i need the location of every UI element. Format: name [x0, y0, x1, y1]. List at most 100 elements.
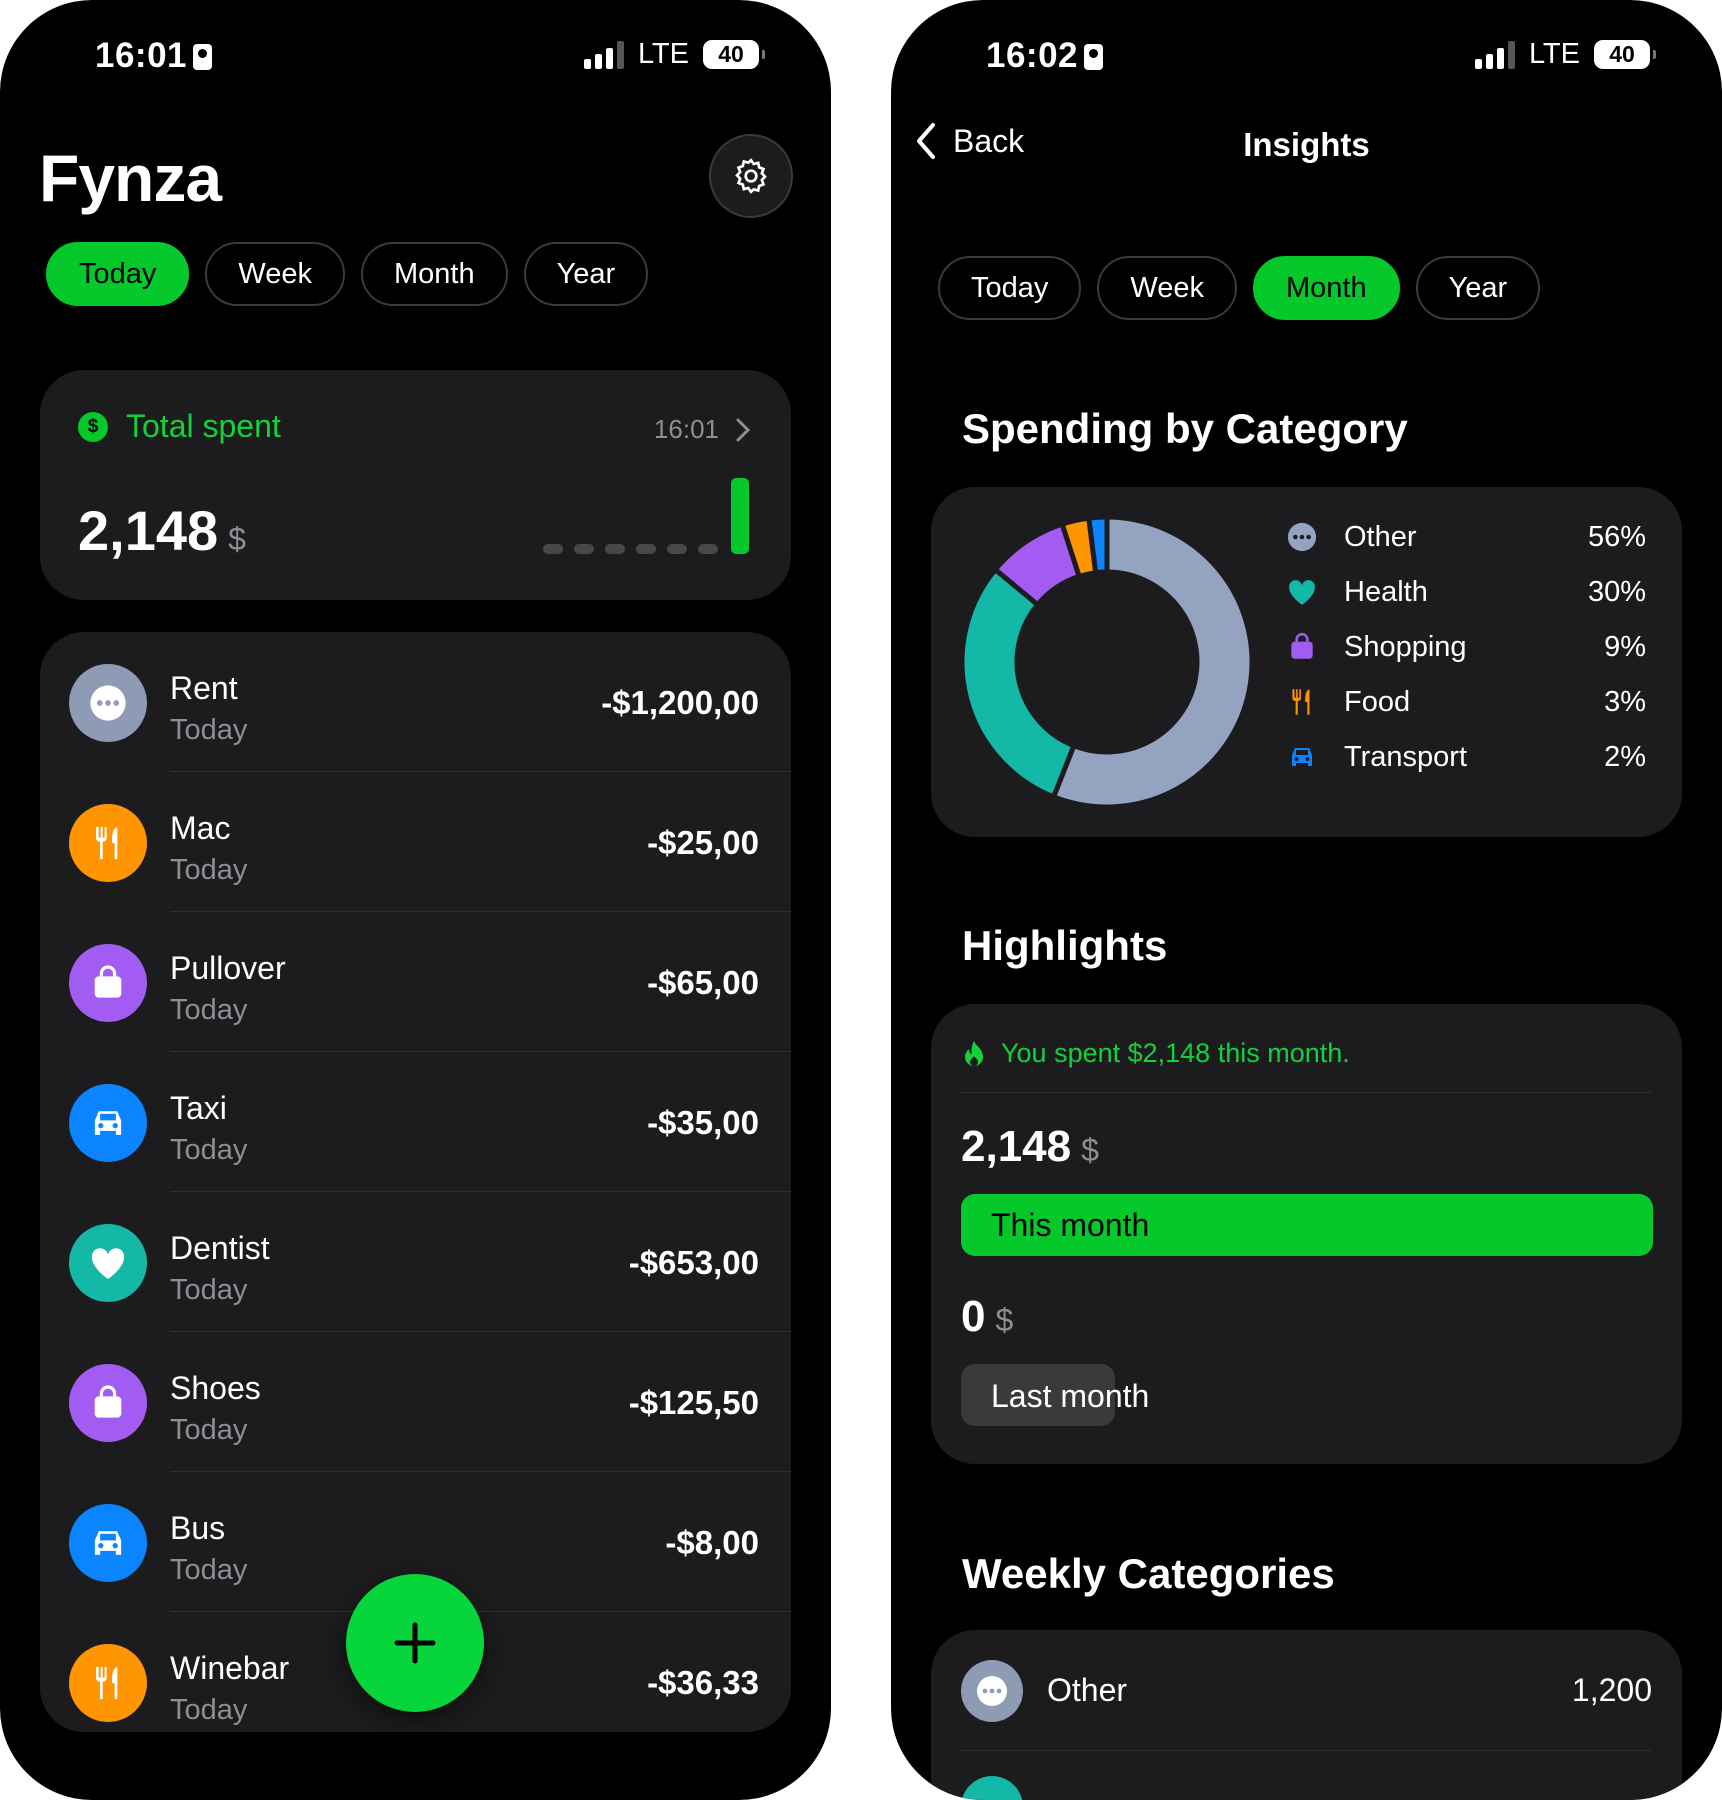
donut-slice-health [959, 566, 1078, 801]
tab-week[interactable]: Week [1097, 256, 1237, 320]
transaction-date: Today [170, 994, 248, 1026]
legend-item: Other 56% [1286, 515, 1646, 559]
status-time: 16:02 [986, 36, 1104, 76]
legend-category: Shopping [1344, 630, 1467, 663]
highlights-card: You spent $2,148 this month. 2,148 $ This… [931, 1004, 1682, 1464]
daily-bar [543, 544, 563, 554]
legend-item: Shopping 9% [1286, 625, 1646, 669]
currency-symbol: $ [228, 521, 246, 557]
legend-category: Food [1344, 685, 1411, 718]
transaction-amount: -$8,00 [665, 1524, 759, 1561]
currency-symbol: $ [1081, 1132, 1099, 1168]
legend-category: Health [1344, 575, 1428, 608]
tab-year[interactable]: Year [523, 242, 649, 306]
transaction-date: Today [170, 1274, 248, 1306]
daily-spend-minichart [543, 478, 749, 554]
transaction-date: Today [170, 1414, 248, 1446]
transaction-row[interactable]: Shoes Today -$125,50 [40, 1332, 791, 1472]
category-icon-circle [961, 1776, 1023, 1800]
transaction-row[interactable]: Pullover Today -$65,00 [40, 912, 791, 1052]
car-icon [1286, 741, 1318, 773]
transaction-row[interactable]: Taxi Today -$35,00 [40, 1052, 791, 1192]
signal-icon [1474, 40, 1515, 69]
transaction-icon-circle [69, 804, 147, 882]
status-bar: 16:02 LTE 40 [891, 28, 1722, 84]
car-icon [87, 1102, 129, 1144]
fork-knife-icon [88, 823, 128, 863]
contact-card-icon [193, 44, 213, 70]
page-title: Insights [1243, 126, 1370, 163]
last-month-row: Last month [961, 1364, 1653, 1426]
legend-percent: 56% [1587, 520, 1646, 553]
transaction-row[interactable]: Rent Today -$1,200,00 [40, 632, 791, 772]
status-time: 16:01 [95, 36, 213, 76]
heart-icon [1286, 576, 1318, 608]
transaction-name: Pullover [170, 950, 286, 986]
spending-chart-card: Other 56% Health 30% Shopping 9% Food 3% Transpo… [931, 487, 1682, 837]
settings-button[interactable] [709, 134, 793, 218]
ellipsis-icon [88, 683, 128, 723]
transaction-amount: -$65,00 [647, 964, 759, 1001]
legend-item: Health 30% [1286, 570, 1646, 614]
transaction-name: Taxi [170, 1090, 227, 1126]
currency-symbol: $ [995, 1302, 1014, 1338]
transaction-name: Rent [170, 670, 238, 706]
legend-category: Other [1344, 520, 1417, 553]
total-label: Total spent [126, 408, 281, 444]
period-tabs: Today Week Month Year [938, 256, 1541, 320]
insights-screen: 16:02 LTE 40 Back Insights Today Week Mo… [891, 0, 1722, 1800]
transaction-name: Dentist [170, 1230, 270, 1266]
total-spent-card[interactable]: $ Total spent 16:01 2,148 $ [40, 370, 791, 600]
transaction-amount: -$125,50 [628, 1384, 759, 1421]
tab-week[interactable]: Week [205, 242, 345, 306]
transaction-date: Today [170, 1134, 248, 1166]
transaction-row[interactable]: Mac Today -$25,00 [40, 772, 791, 912]
tab-today[interactable]: Today [46, 242, 190, 306]
last-month-amount: 0 [961, 1292, 986, 1341]
contact-card-icon [1084, 44, 1104, 70]
transaction-icon-circle [69, 1224, 147, 1302]
app-title: Fynza [39, 141, 222, 215]
transaction-row[interactable]: Dentist Today -$653,00 [40, 1192, 791, 1332]
shopping-bag-icon [88, 1383, 128, 1423]
transaction-date: Today [170, 854, 248, 886]
transaction-date: Today [170, 714, 248, 746]
ellipsis-icon [1286, 521, 1318, 553]
transaction-icon-circle [69, 664, 147, 742]
legend-category: Transport [1344, 740, 1468, 773]
battery-icon: 40 [1594, 40, 1656, 69]
add-transaction-button[interactable] [346, 1574, 484, 1712]
network-type: LTE [637, 38, 689, 70]
transaction-amount: -$36,33 [647, 1664, 759, 1701]
legend-percent: 9% [1604, 630, 1646, 663]
chevron-right-icon [736, 418, 751, 441]
tab-today[interactable]: Today [938, 256, 1082, 320]
transaction-icon-circle [69, 1084, 147, 1162]
transaction-icon-circle [69, 944, 147, 1022]
daily-bar [574, 544, 594, 554]
weekly-categories-title: Weekly Categories [962, 1550, 1335, 1597]
highlights-title: Highlights [962, 922, 1168, 969]
transaction-date: Today [170, 1554, 248, 1586]
tab-month[interactable]: Month [361, 242, 508, 306]
total-amount: 2,148 [78, 499, 219, 562]
this-month-amount: 2,148 [961, 1122, 1072, 1171]
weekly-categories-card: Other 1,200 [931, 1630, 1682, 1800]
transaction-list: Rent Today -$1,200,00 Mac Today -$25,00 Pullov… [40, 632, 791, 1732]
heart-icon [88, 1243, 128, 1283]
transaction-amount: -$25,00 [647, 824, 759, 861]
battery-icon: 40 [703, 40, 765, 69]
shopping-bag-icon [1286, 631, 1318, 663]
transaction-name: Bus [170, 1510, 226, 1546]
shopping-bag-icon [88, 963, 128, 1003]
divider [961, 1092, 1652, 1093]
transaction-icon-circle [69, 1644, 147, 1722]
tab-year[interactable]: Year [1415, 256, 1541, 320]
category-donut-chart [959, 514, 1255, 810]
fork-knife-icon [1286, 686, 1318, 718]
transaction-amount: -$653,00 [628, 1244, 759, 1281]
transaction-name: Winebar [170, 1650, 290, 1686]
tab-month[interactable]: Month [1253, 256, 1400, 320]
flame-icon [965, 1040, 983, 1066]
transaction-icon-circle [69, 1504, 147, 1582]
